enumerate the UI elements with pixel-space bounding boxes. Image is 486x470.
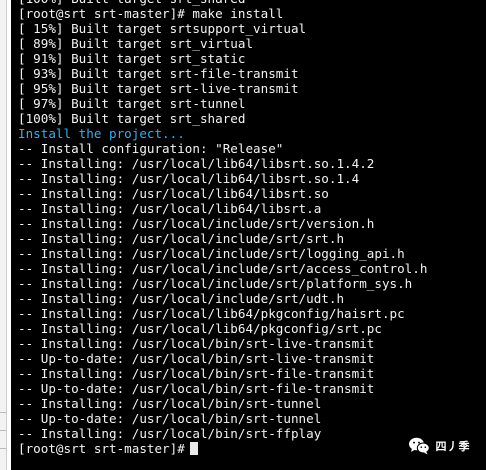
prompt-text: [root@srt srt-master]# xyxy=(18,441,185,456)
terminal-line: -- Installing: /usr/local/lib64/libsrt.s… xyxy=(18,156,375,171)
terminal-line: [100%] Built target srt_shared xyxy=(18,111,246,126)
watermark-text: 四丿季 xyxy=(435,440,470,453)
terminal-line: [ 15%] Built target srtsupport_virtual xyxy=(18,21,307,36)
terminal-line: -- Up-to-date: /usr/local/bin/srt-file-t… xyxy=(18,381,375,396)
terminal-line: -- Installing: /usr/local/bin/srt-live-t… xyxy=(18,336,375,351)
terminal-window[interactable]: [100%] Built target srt_shared [root@srt … xyxy=(11,0,486,470)
terminal-line: [ 89%] Built target srt_virtual xyxy=(18,36,254,51)
wechat-icon xyxy=(408,437,430,455)
prompt-line[interactable]: [root@srt srt-master]# xyxy=(18,441,427,456)
watermark: 四丿季 xyxy=(408,437,471,455)
terminal-output: [100%] Built target srt_shared [root@srt … xyxy=(18,0,427,456)
terminal-line: -- Up-to-date: /usr/local/bin/srt-live-t… xyxy=(18,351,375,366)
cursor xyxy=(189,442,198,455)
terminal-line: [ 93%] Built target srt-file-transmit xyxy=(18,66,299,81)
terminal-line: -- Installing: /usr/local/lib64/libsrt.s… xyxy=(18,171,360,186)
terminal-line: -- Installing: /usr/local/lib64/pkgconfi… xyxy=(18,306,405,321)
terminal-line: -- Installing: /usr/local/include/srt/ud… xyxy=(18,291,345,306)
terminal-line: -- Installing: /usr/local/lib64/libsrt.a xyxy=(18,201,322,216)
terminal-line: -- Up-to-date: /usr/local/bin/srt-tunnel xyxy=(18,411,322,426)
terminal-line: -- Installing: /usr/local/bin/srt-tunnel xyxy=(18,396,322,411)
terminal-line: -- Installing: /usr/local/include/srt/ve… xyxy=(18,216,375,231)
terminal-line: [ 97%] Built target srt-tunnel xyxy=(18,96,246,111)
terminal-line: -- Install configuration: "Release" xyxy=(18,141,284,156)
edge-tick xyxy=(0,412,6,413)
terminal-line: -- Installing: /usr/local/lib64/libsrt.s… xyxy=(18,186,329,201)
terminal-line: [root@srt srt-master]# make install xyxy=(18,6,284,21)
edge-tick xyxy=(0,448,6,449)
terminal-line: Install the project... xyxy=(18,126,185,141)
window-left-edge xyxy=(0,0,7,470)
terminal-line: -- Installing: /usr/local/lib64/pkgconfi… xyxy=(18,321,382,336)
terminal-line: -- Installing: /usr/local/bin/srt-ffplay xyxy=(18,426,322,441)
terminal-line: -- Installing: /usr/local/include/srt/lo… xyxy=(18,246,405,261)
terminal-line: -- Installing: /usr/local/include/srt/pl… xyxy=(18,276,413,291)
terminal-line: -- Installing: /usr/local/include/srt/ac… xyxy=(18,261,428,276)
terminal-line: [ 95%] Built target srt-live-transmit xyxy=(18,81,299,96)
terminal-line: [ 91%] Built target srt_static xyxy=(18,51,246,66)
terminal-line: -- Installing: /usr/local/include/srt/sr… xyxy=(18,231,345,246)
edge-tick xyxy=(0,430,6,431)
terminal-line: -- Installing: /usr/local/bin/srt-file-t… xyxy=(18,366,375,381)
